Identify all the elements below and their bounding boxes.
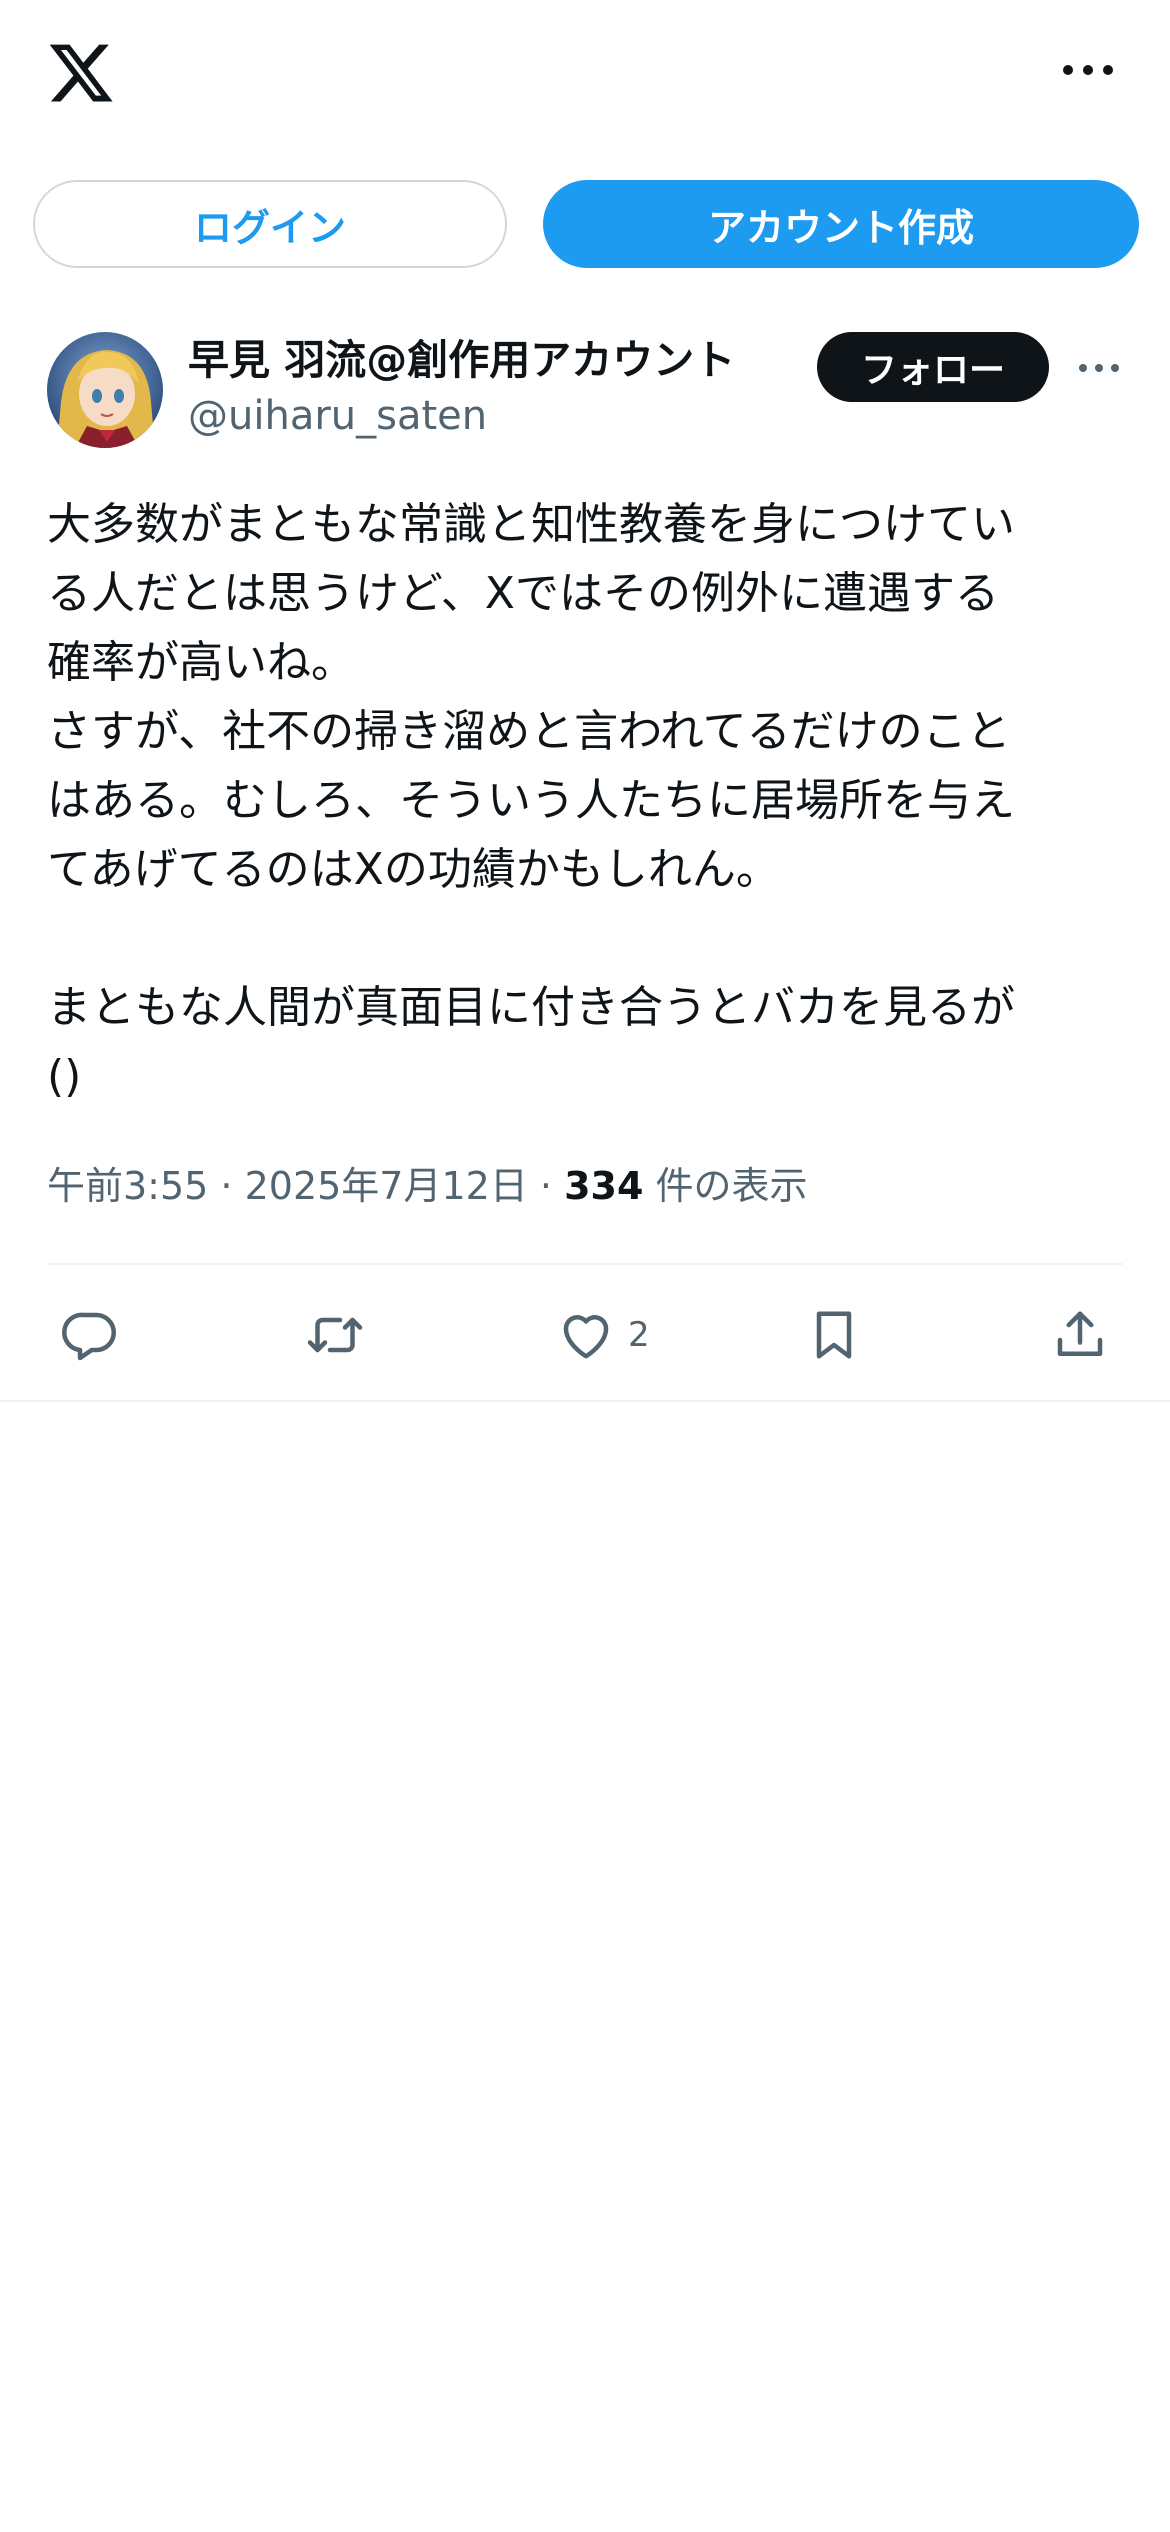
- share-icon: [1057, 1311, 1103, 1356]
- signup-button-label: アカウント作成: [707, 205, 974, 250]
- login-button-label: ログイン: [193, 205, 346, 250]
- reply-icon: [62, 1312, 116, 1361]
- bookmark-button[interactable]: [804, 1304, 864, 1366]
- signup-button[interactable]: アカウント作成: [543, 180, 1139, 268]
- post-time[interactable]: 午前3:55: [47, 1164, 208, 1208]
- divider: [47, 1263, 1123, 1265]
- heart-icon: [563, 1315, 609, 1359]
- meta-separator: ·: [527, 1164, 565, 1208]
- post-more-icon[interactable]: [1077, 357, 1121, 379]
- bookmark-icon: [816, 1311, 852, 1359]
- reply-button[interactable]: [60, 1304, 120, 1366]
- post-meta: 午前3:55 · 2025年7月12日 · 334 件の表示: [47, 1155, 808, 1210]
- views-count: 334: [564, 1164, 644, 1208]
- share-button[interactable]: [1050, 1304, 1110, 1366]
- post-page: ログイン アカウント作成 早見 羽流@創作用アカウント @uiharu_sate…: [0, 0, 1170, 2532]
- follow-button[interactable]: フォロー: [817, 332, 1049, 402]
- follow-button-label: フォロー: [860, 350, 1005, 391]
- meta-separator: ·: [208, 1164, 245, 1208]
- post-date[interactable]: 2025年7月12日: [245, 1164, 528, 1208]
- divider: [0, 1400, 1170, 1402]
- views-label: 件の表示: [643, 1164, 808, 1208]
- post-text: 大多数がまともな常識と知性教養を身につけてい る人だとは思うけど、Xではその例外…: [47, 499, 1015, 1102]
- like-button[interactable]: 2: [556, 1304, 650, 1366]
- like-count: 2: [628, 1315, 650, 1355]
- repost-button[interactable]: [305, 1304, 365, 1366]
- avatar[interactable]: [47, 332, 163, 448]
- repost-icon: [307, 1317, 363, 1353]
- author-display-name[interactable]: 早見 羽流@創作用アカウント: [188, 326, 735, 386]
- more-icon[interactable]: [1060, 56, 1116, 84]
- author-handle[interactable]: @uiharu_saten: [188, 393, 487, 439]
- x-logo-icon[interactable]: [46, 38, 116, 108]
- top-bar: [0, 0, 1170, 150]
- action-bar: 2: [0, 1290, 1170, 1380]
- login-button[interactable]: ログイン: [33, 180, 507, 268]
